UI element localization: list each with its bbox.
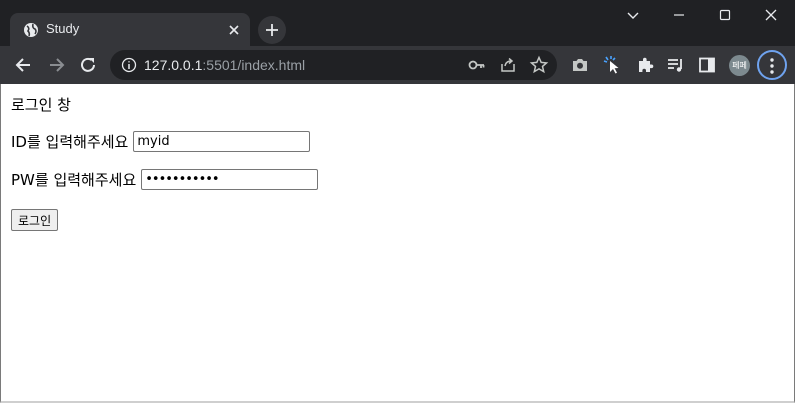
page-title: 로그인 창 [11, 96, 71, 114]
page-content: 로그인 창 ID를 입력해주세요 PW를 입력해주세요 로그인 [0, 84, 795, 403]
globe-icon [24, 23, 38, 37]
url-text: 127.0.0.1:5501/index.html [144, 57, 306, 73]
star-icon[interactable] [529, 55, 549, 75]
chevron-down-icon [627, 12, 639, 19]
browser-menu-button[interactable] [757, 50, 787, 80]
address-bar[interactable]: 127.0.0.1:5501/index.html [110, 50, 557, 80]
forward-icon[interactable] [46, 55, 66, 75]
reload-icon[interactable] [78, 55, 98, 75]
more-icon [770, 58, 774, 74]
key-icon[interactable] [467, 55, 487, 75]
camera-icon[interactable] [570, 55, 590, 75]
tab-title: Study [46, 21, 80, 36]
window-close-button[interactable] [748, 0, 794, 30]
new-tab-button[interactable] [258, 16, 286, 44]
tab-strip: Study [0, 0, 795, 46]
cursor-icon[interactable] [603, 55, 623, 75]
browser-toolbar: 127.0.0.1:5501/index.html 페페 [0, 46, 795, 84]
minimize-icon [674, 14, 684, 16]
login-button[interactable]: 로그인 [11, 209, 59, 231]
close-icon[interactable] [226, 22, 242, 38]
share-icon[interactable] [498, 55, 518, 75]
pw-row: PW를 입력해주세요 [11, 169, 319, 190]
id-label: ID를 입력해주세요 [11, 133, 129, 151]
profile-avatar[interactable]: 페페 [729, 55, 750, 76]
id-input[interactable] [133, 131, 311, 152]
plus-icon [266, 24, 278, 36]
info-icon[interactable] [121, 57, 137, 73]
pw-label: PW를 입력해주세요 [11, 171, 137, 189]
reading-list-icon[interactable] [666, 55, 686, 75]
pw-input[interactable] [141, 169, 319, 190]
maximize-button[interactable] [702, 0, 748, 30]
side-panel-icon[interactable] [697, 55, 717, 75]
tab-search-button[interactable] [610, 0, 656, 30]
maximize-icon [719, 9, 731, 21]
id-row: ID를 입력해주세요 [11, 131, 311, 152]
extensions-icon[interactable] [635, 55, 655, 75]
minimize-button[interactable] [656, 0, 702, 30]
back-icon[interactable] [14, 55, 34, 75]
browser-tab[interactable]: Study [10, 13, 250, 46]
window-close-icon [765, 9, 777, 21]
